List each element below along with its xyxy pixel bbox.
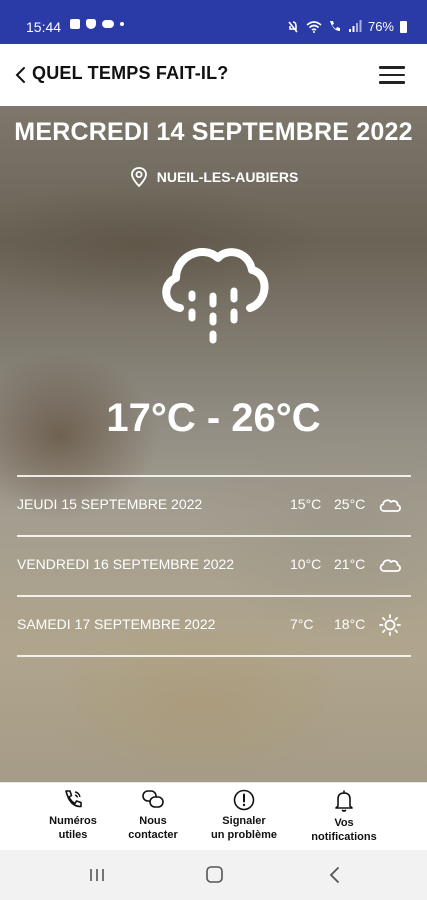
cloud-notification-icon — [102, 20, 114, 28]
forecast-divider — [17, 655, 411, 657]
wifi-icon — [306, 21, 322, 33]
hamburger-menu-icon[interactable] — [379, 66, 405, 84]
cloud-rain-icon — [162, 248, 269, 344]
forecast-min-temp: 10°C — [290, 556, 322, 572]
location: NUEIL-LES-AUBIERS — [0, 166, 427, 188]
map-pin-icon — [130, 167, 147, 188]
battery-icon — [400, 20, 407, 33]
chat-bubbles-icon — [142, 790, 164, 808]
forecast-row: SAMEDI 17 SEPTEMBRE 2022 7°C 18°C — [17, 595, 411, 655]
status-bar: 15:44 76% — [0, 0, 427, 44]
signal-icon — [348, 20, 362, 32]
sun-icon — [379, 614, 401, 636]
nav-label-line2: notifications — [311, 831, 377, 843]
forecast-min-temp: 7°C — [290, 616, 314, 632]
forecast-max-temp: 18°C — [334, 616, 366, 632]
phone-icon — [65, 790, 82, 808]
recent-apps-icon[interactable] — [82, 864, 112, 886]
nav-vos-notifications[interactable]: Vos notifications — [299, 789, 389, 844]
status-system-icons: 76% — [286, 19, 407, 34]
nav-label-line2: un problème — [210, 829, 277, 841]
status-time: 15:44 — [26, 19, 62, 35]
call-icon — [329, 21, 340, 31]
forecast-min-temp: 15°C — [290, 496, 322, 512]
location-name: NUEIL-LES-AUBIERS — [156, 169, 299, 185]
nav-numeros-utiles[interactable]: Numéros utiles — [28, 789, 118, 842]
current-date: MERCREDI 14 SEPTEMBRE 2022 — [14, 118, 413, 146]
app-header: QUEL TEMPS FAIT-IL? — [0, 44, 427, 106]
home-icon[interactable] — [199, 864, 229, 886]
nav-label-line1: Numéros — [49, 815, 97, 827]
battery-percent: 76% — [367, 19, 394, 34]
alert-circle-icon — [233, 789, 255, 811]
forecast-row: JEUDI 15 SEPTEMBRE 2022 15°C 25°C — [17, 475, 411, 535]
nav-label-line1: Signaler — [222, 815, 266, 827]
cloud-icon — [379, 499, 401, 512]
image-notification-icon — [70, 19, 80, 29]
forecast-row: VENDREDI 16 SEPTEMBRE 2022 10°C 21°C — [17, 535, 411, 595]
mute-icon — [288, 20, 298, 32]
weather-panel: MERCREDI 14 SEPTEMBRE 2022 NUEIL-LES-AUB… — [0, 106, 427, 782]
forecast-max-temp: 21°C — [334, 556, 366, 572]
forecast-day: SAMEDI 17 SEPTEMBRE 2022 — [17, 616, 216, 632]
current-temperature-range: 17°C - 26°C — [106, 396, 321, 440]
forecast-day: JEUDI 15 SEPTEMBRE 2022 — [17, 496, 203, 512]
forecast-list: JEUDI 15 SEPTEMBRE 2022 15°C 25°C VENDRE… — [17, 475, 411, 657]
bottom-nav: Numéros utiles Nous contacter Signaler u… — [0, 782, 427, 850]
nav-label-line2: contacter — [128, 829, 178, 841]
nav-label-line2: utiles — [58, 829, 88, 841]
shield-notification-icon — [86, 19, 96, 29]
cloud-icon — [379, 559, 401, 572]
forecast-max-temp: 25°C — [334, 496, 366, 512]
system-nav-bar — [0, 850, 427, 900]
system-back-icon[interactable] — [320, 864, 350, 886]
nav-nous-contacter[interactable]: Nous contacter — [108, 789, 198, 842]
bell-icon — [335, 790, 353, 812]
nav-label-line1: Nous — [139, 815, 167, 827]
more-notifications-dot-icon — [120, 22, 124, 26]
nav-label-line1: Vos — [334, 817, 354, 829]
forecast-day: VENDREDI 16 SEPTEMBRE 2022 — [17, 556, 235, 572]
status-notification-icons — [70, 19, 124, 29]
chevron-left-icon[interactable] — [12, 64, 30, 86]
page-title: QUEL TEMPS FAIT-IL? — [32, 63, 229, 83]
nav-signaler-probleme[interactable]: Signaler un problème — [199, 789, 289, 842]
